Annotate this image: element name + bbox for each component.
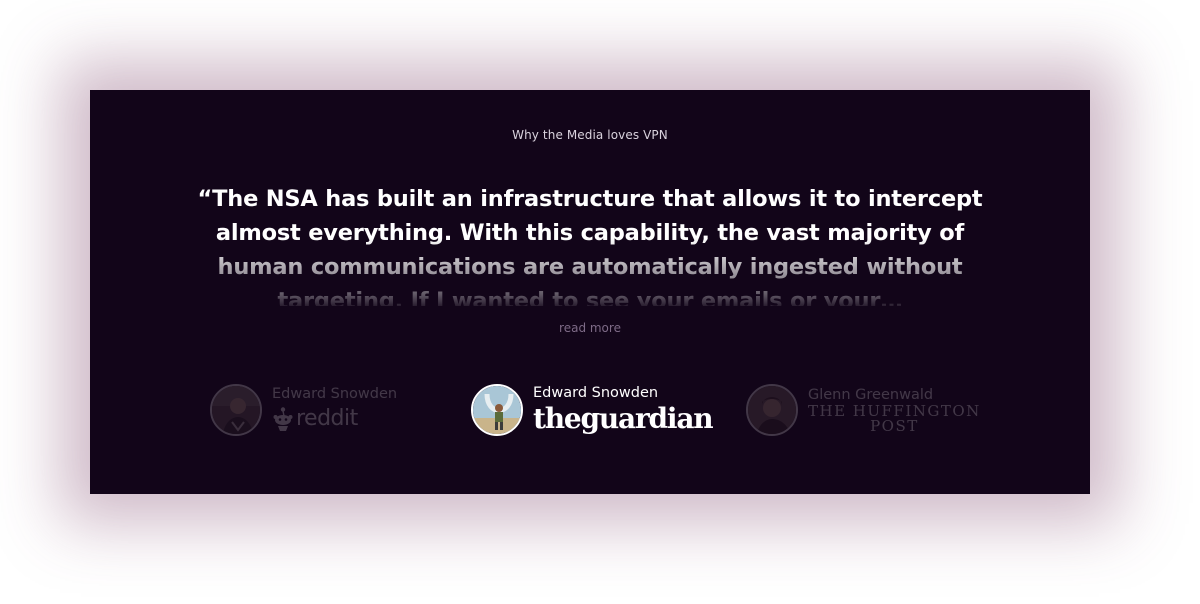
reddit-alien-icon [273,407,293,431]
quote-container: “The NSA has built an infrastructure tha… [190,182,990,306]
guardian-logo: theguardian [533,402,714,435]
quote-text: “The NSA has built an infrastructure tha… [197,186,983,306]
person-photo-icon [473,386,521,434]
reddit-logo: reddit [272,403,397,435]
huffington-post-logo: THE HUFFINGTON POST [808,404,981,434]
source-name: Edward Snowden [272,386,398,402]
source-name: Edward Snowden [533,385,659,401]
read-more-link[interactable]: read more [90,321,1090,335]
avatar [746,384,798,436]
person-photo-icon [748,386,796,434]
source-carousel: Edward Snowden reddit Edward Snowden the… [90,382,1090,442]
section-eyebrow: Why the Media loves VPN [512,128,668,142]
reddit-wordmark: reddit [296,406,358,431]
source-item-reddit[interactable]: Edward Snowden reddit [210,382,397,438]
page: Why the Media loves VPN “The NSA has bui… [0,0,1200,604]
source-item-huffington-post[interactable]: Glenn Greenwald THE HUFFINGTON POST [746,382,981,438]
huffington-post-logo-line2: POST [870,417,919,435]
source-item-guardian[interactable]: Edward Snowden theguardian [471,382,714,438]
avatar [210,384,262,436]
person-photo-icon [212,386,260,434]
avatar [471,384,523,436]
media-testimonial-section: Why the Media loves VPN “The NSA has bui… [90,90,1090,494]
